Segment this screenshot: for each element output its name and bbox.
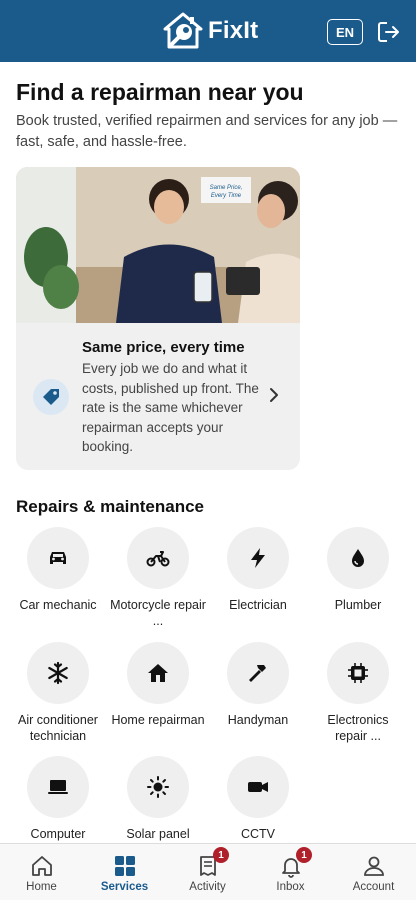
service-label: Plumber	[334, 598, 382, 612]
service-solar-panel[interactable]: Solar panel	[110, 756, 206, 842]
home-outline-icon	[31, 856, 52, 876]
promo-heading: Same price, every time	[82, 339, 245, 356]
service-air-conditioner[interactable]: Air conditioner technician	[10, 642, 106, 744]
promo-body: Every job we do and what it costs, publi…	[82, 361, 259, 454]
snowflake-icon	[48, 661, 68, 685]
service-label: Solar panel	[126, 827, 190, 841]
hammer-icon	[249, 665, 266, 682]
svg-text:Every Time: Every Time	[211, 193, 242, 199]
house-wrench-logo-icon	[163, 12, 203, 49]
notification-badge: 1	[296, 847, 312, 863]
service-label: Computer	[30, 827, 86, 841]
nav-services[interactable]: Services	[83, 844, 166, 900]
service-electronics-repair[interactable]: Electronics repair ...	[310, 642, 406, 744]
service-car-mechanic[interactable]: Car mechanic	[10, 527, 106, 613]
nav-home[interactable]: Home	[0, 844, 83, 900]
svg-text:Same Price,: Same Price,	[210, 185, 243, 191]
logout-icon[interactable]	[377, 21, 401, 43]
service-label: Electronics repair ...	[327, 713, 389, 743]
bottom-navigation: Home Services Activity 1 Inbox 1 Account	[0, 843, 416, 900]
video-camera-icon	[248, 782, 268, 792]
nav-account[interactable]: Account	[332, 844, 415, 900]
page-title: Find a repairman near you	[16, 79, 304, 105]
lightning-icon	[251, 548, 265, 568]
service-label: Electrician	[229, 598, 287, 612]
nav-label: Account	[352, 881, 395, 893]
page-subtitle: Book trusted, verified repairmen and ser…	[16, 113, 398, 150]
service-label: Car mechanic	[19, 598, 97, 612]
top-app-bar: FixIt EN	[0, 0, 416, 62]
water-drop-icon	[352, 549, 364, 567]
section-title-repairs: Repairs & maintenance	[16, 497, 205, 516]
chevron-right-icon	[270, 388, 278, 402]
promo-card[interactable]: Same Price, Every Time Same price, every…	[16, 167, 300, 470]
nav-label: Services	[100, 881, 149, 893]
service-plumber[interactable]: Plumber	[310, 527, 406, 613]
service-computer[interactable]: Computer	[10, 756, 106, 842]
car-icon	[50, 552, 66, 564]
service-label: CCTV	[240, 827, 276, 841]
nav-label: Home	[26, 881, 57, 893]
service-handyman[interactable]: Handyman	[210, 642, 306, 728]
person-icon	[363, 856, 384, 876]
laptop-icon	[48, 780, 68, 794]
home-icon	[148, 664, 168, 682]
grid-icon	[114, 856, 135, 876]
service-electrician[interactable]: Electrician	[210, 527, 306, 613]
nav-inbox[interactable]: Inbox 1	[249, 844, 332, 900]
nav-label: Activity	[189, 881, 226, 893]
chip-icon	[348, 663, 368, 683]
promo-photo: Same Price, Every Time	[16, 167, 300, 323]
notification-badge: 1	[213, 847, 229, 863]
language-button[interactable]: EN	[327, 19, 363, 45]
app-name: FixIt	[208, 17, 259, 44]
service-label: Motorcycle repair ...	[110, 598, 206, 628]
app-logo[interactable]: FixIt	[162, 11, 258, 51]
sun-icon	[147, 776, 169, 798]
nav-label: Inbox	[276, 881, 305, 893]
service-label: Air conditioner technician	[18, 713, 98, 743]
service-label: Home repairman	[111, 713, 205, 727]
service-motorcycle-repair[interactable]: Motorcycle repair ...	[110, 527, 206, 629]
motorcycle-icon	[146, 551, 170, 567]
service-home-repairman[interactable]: Home repairman	[110, 642, 206, 728]
nav-activity[interactable]: Activity 1	[166, 844, 249, 900]
service-label: Handyman	[227, 713, 289, 727]
service-cctv[interactable]: CCTV	[210, 756, 306, 842]
price-tag-icon	[33, 379, 69, 415]
